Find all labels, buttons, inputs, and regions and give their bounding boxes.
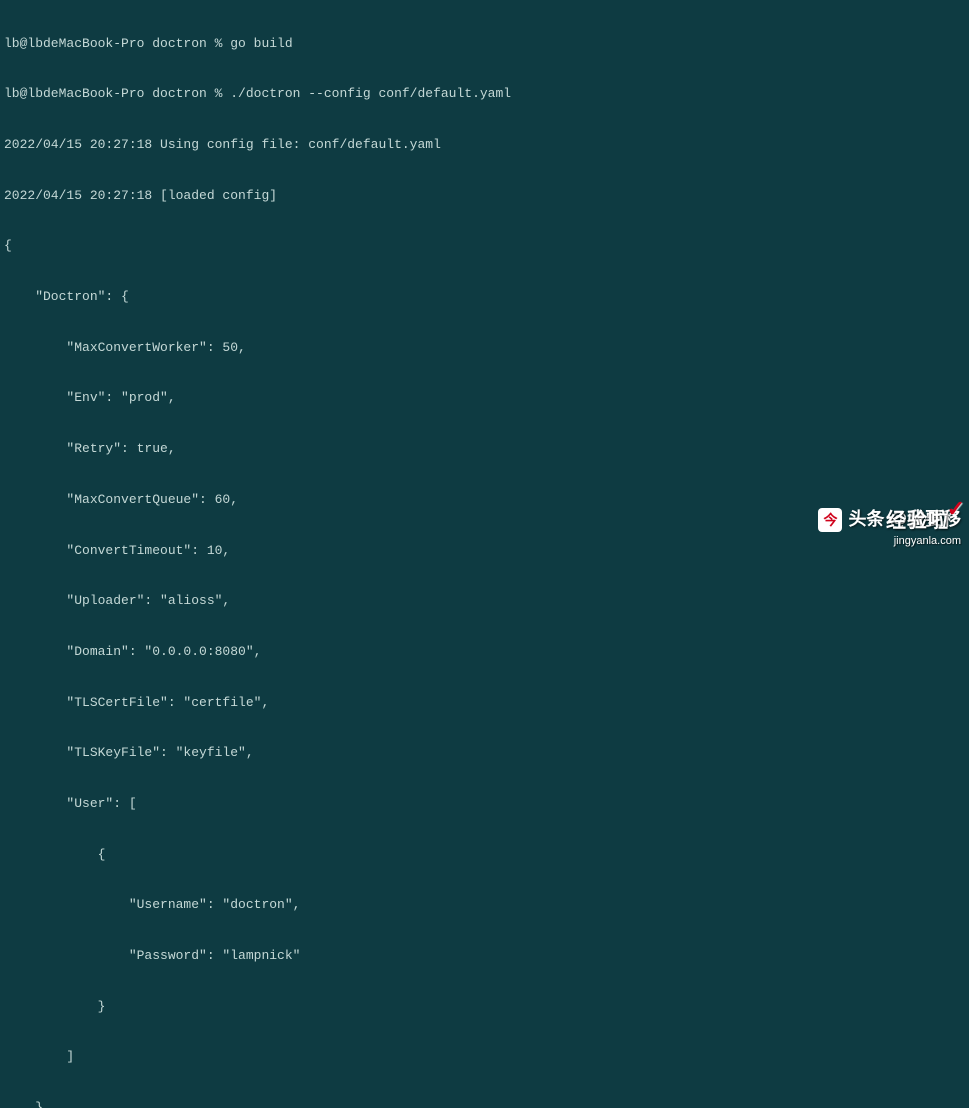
terminal-line: 2022/04/15 20:27:18 Using config file: c… — [4, 137, 965, 154]
terminal-line: ] — [4, 1049, 965, 1066]
terminal-line: "Domain": "0.0.0.0:8080", — [4, 644, 965, 661]
terminal-line: lb@lbdeMacBook-Pro doctron % ./doctron -… — [4, 86, 965, 103]
terminal-line: "Retry": true, — [4, 441, 965, 458]
terminal-line: "Env": "prod", — [4, 390, 965, 407]
terminal-line: { — [4, 847, 965, 864]
toutiao-logo-icon: 今 — [818, 508, 842, 532]
terminal-line: "Password": "lampnick" — [4, 948, 965, 965]
watermark-overlay-text: 经验啦 — [886, 508, 949, 534]
watermark-url: jingyanla.com — [894, 534, 961, 548]
terminal-line: "Username": "doctron", — [4, 897, 965, 914]
watermark-check-icon: ✓ — [947, 495, 965, 524]
terminal-line: lb@lbdeMacBook-Pro doctron % go build — [4, 36, 965, 53]
terminal-line: "TLSKeyFile": "keyfile", — [4, 745, 965, 762]
terminal-line: "User": [ — [4, 796, 965, 813]
terminal-line: "TLSCertFile": "certfile", — [4, 695, 965, 712]
terminal-line: 2022/04/15 20:27:18 [loaded config] — [4, 188, 965, 205]
terminal-line: "Doctron": { — [4, 289, 965, 306]
terminal-line: { — [4, 238, 965, 255]
terminal-line: "Uploader": "alioss", — [4, 593, 965, 610]
terminal-line: "MaxConvertWorker": 50, — [4, 340, 965, 357]
terminal-line: "MaxConvertQueue": 60, — [4, 492, 965, 509]
terminal-line: }, — [4, 1100, 965, 1108]
terminal-line: } — [4, 999, 965, 1016]
terminal-output[interactable]: lb@lbdeMacBook-Pro doctron % go build lb… — [4, 2, 965, 1108]
